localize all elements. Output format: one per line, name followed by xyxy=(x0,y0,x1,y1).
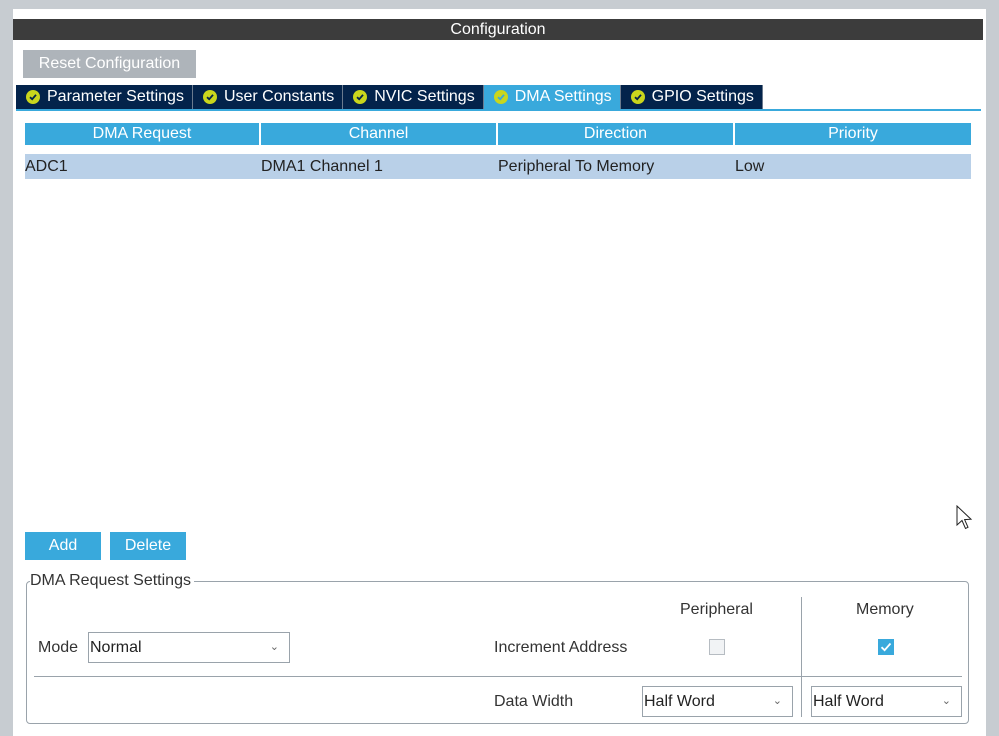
mode-select-value: Normal xyxy=(90,639,142,656)
tab-underline xyxy=(16,109,981,111)
cell-direction[interactable]: Peripheral To Memory xyxy=(498,154,735,179)
panel-title: Configuration xyxy=(13,19,983,40)
row-divider xyxy=(34,676,962,677)
delete-button[interactable]: Delete xyxy=(110,532,186,560)
tab-bar: Parameter Settings User Constants NVIC S… xyxy=(16,85,763,109)
tab-label: User Constants xyxy=(223,88,335,105)
tab-label: NVIC Settings xyxy=(374,88,475,105)
mode-select[interactable]: Normal ⌄ xyxy=(88,632,290,663)
check-circle-icon xyxy=(493,90,508,104)
memory-data-width-value: Half Word xyxy=(813,693,884,710)
chevron-down-icon: ⌄ xyxy=(772,695,782,707)
column-header-channel[interactable]: Channel xyxy=(261,123,498,145)
tab-nvic-settings[interactable]: NVIC Settings xyxy=(343,85,484,109)
cell-dma-request[interactable]: ADC1 xyxy=(25,154,261,179)
reset-configuration-button[interactable]: Reset Configuration xyxy=(23,50,196,78)
dma-request-table: DMA Request Channel Direction Priority A… xyxy=(25,123,971,179)
increment-address-label: Increment Address xyxy=(494,639,628,656)
peripheral-increment-checkbox[interactable] xyxy=(709,639,725,655)
peripheral-column-header: Peripheral xyxy=(680,601,753,618)
tab-user-constants[interactable]: User Constants xyxy=(192,85,344,109)
tab-label: Parameter Settings xyxy=(47,88,184,105)
tab-parameter-settings[interactable]: Parameter Settings xyxy=(16,85,193,109)
column-header-direction[interactable]: Direction xyxy=(498,123,735,145)
tab-label: DMA Settings xyxy=(514,88,612,105)
check-circle-icon xyxy=(353,90,368,104)
tab-label: GPIO Settings xyxy=(651,88,754,105)
column-divider xyxy=(801,597,802,717)
table-row[interactable]: ADC1 DMA1 Channel 1 Peripheral To Memory… xyxy=(25,154,971,179)
add-button[interactable]: Add xyxy=(25,532,101,560)
mode-label: Mode xyxy=(38,639,79,656)
memory-increment-checkbox[interactable] xyxy=(878,639,894,655)
cell-channel[interactable]: DMA1 Channel 1 xyxy=(261,154,498,179)
table-header: DMA Request Channel Direction Priority xyxy=(25,123,971,145)
column-header-priority[interactable]: Priority xyxy=(735,123,971,145)
peripheral-data-width-select[interactable]: Half Word ⌄ xyxy=(642,686,793,717)
peripheral-data-width-value: Half Word xyxy=(644,693,715,710)
mouse-pointer-icon xyxy=(956,505,973,530)
data-width-label: Data Width xyxy=(494,693,574,710)
tab-dma-settings[interactable]: DMA Settings xyxy=(483,85,621,109)
check-circle-icon xyxy=(202,90,217,104)
check-circle-icon xyxy=(26,90,40,104)
cell-priority[interactable]: Low xyxy=(735,154,971,179)
settings-group-title: DMA Request Settings xyxy=(30,572,194,590)
memory-data-width-select[interactable]: Half Word ⌄ xyxy=(811,686,962,717)
chevron-down-icon: ⌄ xyxy=(269,641,279,653)
column-header-dma-request[interactable]: DMA Request xyxy=(25,123,261,145)
tab-gpio-settings[interactable]: GPIO Settings xyxy=(620,85,763,109)
check-circle-icon xyxy=(630,90,645,104)
memory-column-header: Memory xyxy=(856,601,914,618)
checkmark-icon xyxy=(880,642,892,652)
chevron-down-icon: ⌄ xyxy=(941,695,951,707)
